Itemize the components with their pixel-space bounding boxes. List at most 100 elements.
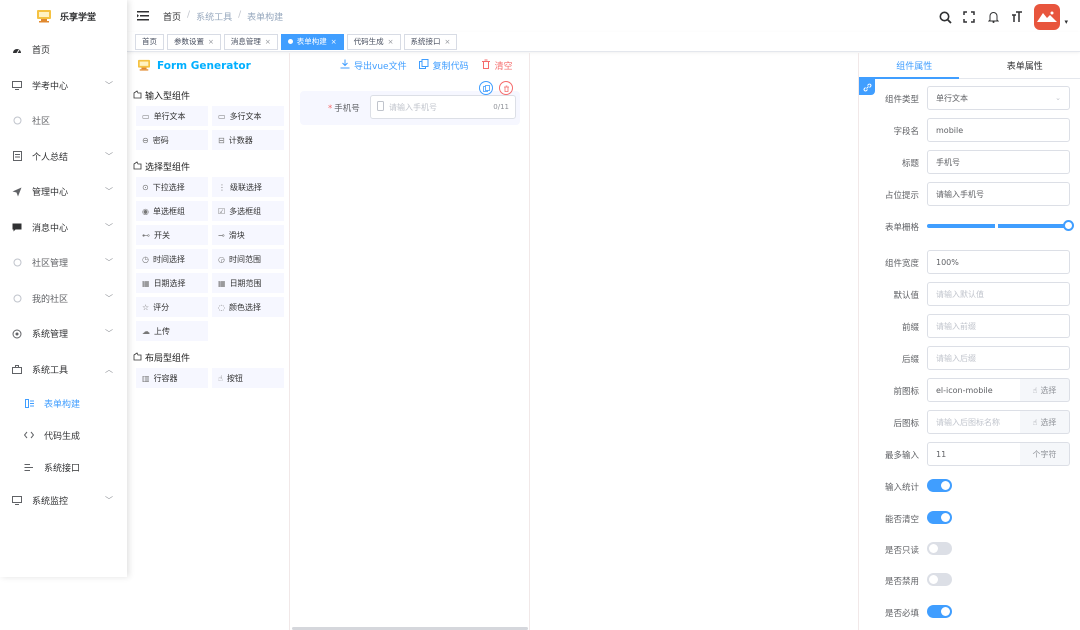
component-item[interactable]: ☑ 多选框组 [212, 201, 284, 221]
sidebar-item-6[interactable]: 社区管理 ﹀ [0, 245, 127, 281]
component-item[interactable]: ⊖ 密码 [136, 130, 208, 150]
font-size-icon[interactable] [1010, 10, 1024, 24]
component-item[interactable]: ▦ 日期范围 [212, 273, 284, 293]
component-item[interactable]: ⊙ 下拉选择 [136, 177, 208, 197]
tag-2[interactable]: 消息管理 × [223, 33, 278, 50]
bell-icon[interactable] [986, 10, 1000, 24]
component-icon: ☁ [142, 326, 150, 336]
suffix-input[interactable]: 请输入后缀 [927, 346, 1070, 370]
sidebar-item-7[interactable]: 我的社区 ﹀ [0, 281, 127, 317]
component-item[interactable]: ◶ 时间范围 [212, 249, 284, 269]
form-item-mobile[interactable]: * 手机号 请输入手机号 0/11 [300, 91, 520, 125]
width-input[interactable]: 100% [927, 250, 1070, 274]
close-icon[interactable]: × [388, 38, 394, 46]
slider-handle[interactable] [1063, 220, 1074, 231]
app-logo[interactable]: 乐享学堂 [0, 0, 127, 32]
field-name-input[interactable]: mobile [927, 118, 1070, 142]
show-count-switch[interactable] [927, 479, 952, 492]
component-icon: ◶ [218, 254, 225, 264]
fullscreen-icon[interactable] [962, 10, 976, 24]
component-item[interactable]: ⋮ 级联选择 [212, 177, 284, 197]
close-icon[interactable]: × [265, 38, 271, 46]
sidebar-item-2[interactable]: 社区 [0, 103, 127, 139]
component-item[interactable]: ☆ 评分 [136, 297, 208, 317]
mobile-input[interactable]: 请输入手机号 0/11 [370, 95, 516, 119]
sidebar-subitem-0[interactable]: 表单构建 [0, 387, 127, 419]
sidebar-item-1[interactable]: 学考中心 ﹀ [0, 68, 127, 104]
sidebar-item-monitor-0[interactable]: 系统监控 ﹀ [0, 483, 127, 519]
breadcrumb-home[interactable]: 首页 [163, 10, 181, 23]
select-prefix-icon-button[interactable]: ☝ 选择 [1020, 378, 1070, 402]
delete-item-button[interactable] [499, 81, 513, 95]
tag-0[interactable]: 首页 [135, 33, 164, 50]
circle-icon [12, 293, 22, 303]
placeholder-input[interactable]: 请输入手机号 [927, 182, 1070, 206]
pointer-icon: ☝ [1032, 417, 1038, 427]
active-dot [287, 39, 293, 44]
clearable-switch[interactable] [927, 511, 952, 524]
component-item[interactable]: ▦ 日期选择 [136, 273, 208, 293]
prefix-icon-input[interactable]: el-icon-mobile [927, 378, 1021, 402]
component-label: 密码 [152, 135, 169, 145]
component-item[interactable]: ▥ 行容器 [136, 368, 208, 388]
copy-item-button[interactable] [479, 81, 493, 95]
sidebar-item-5[interactable]: 消息中心 ﹀ [0, 210, 127, 246]
component-item[interactable]: ⊷ 开关 [136, 225, 208, 245]
chevron-down-icon: ﹀ [105, 293, 113, 303]
component-item[interactable]: ▭ 单行文本 [136, 106, 208, 126]
sidebar-item-3[interactable]: 个人总结 ﹀ [0, 139, 127, 175]
clear-button[interactable]: 清空 [481, 59, 513, 72]
tab-form-props[interactable]: 表单属性 [970, 53, 1080, 78]
component-item[interactable]: ⊸ 滑块 [212, 225, 284, 245]
component-item[interactable]: ◷ 时间选择 [136, 249, 208, 269]
tag-label: 系统接口 [410, 37, 441, 46]
component-item[interactable]: ▭ 多行文本 [212, 106, 284, 126]
sidebar-item-4[interactable]: 管理中心 ﹀ [0, 174, 127, 210]
tab-component-props[interactable]: 组件属性 [859, 53, 970, 78]
component-item[interactable]: ☝ 按钮 [212, 368, 284, 388]
close-icon[interactable]: × [208, 38, 214, 46]
suffix-icon-input[interactable]: 请输入后图标名称 [927, 410, 1021, 434]
component-item[interactable]: ⊟ 计数器 [212, 130, 284, 150]
tag-1[interactable]: 参数设置 × [167, 33, 221, 50]
prop-required: 是否必填 [859, 600, 1080, 624]
search-icon[interactable] [938, 10, 952, 24]
sidebar-subitem-1[interactable]: 代码生成 [0, 419, 127, 451]
sidebar-menu: 首页 学考中心 ﹀ 社区 个人总结 ﹀ 管理中心 ﹀ 消息中心 ﹀ 社区管理 ﹀ 我的社区 ﹀ 系统管理 ﹀ 系… [0, 32, 127, 519]
title-input[interactable]: 手机号 [927, 150, 1070, 174]
prop-label: 表单栅格 [884, 223, 919, 233]
disabled-switch[interactable] [927, 573, 952, 586]
maxlength-input[interactable]: 11 [927, 442, 1021, 466]
sidebar-item-8[interactable]: 系统管理 ﹀ [0, 316, 127, 352]
sidebar-item-9[interactable]: 系统工具 ︿ [0, 352, 127, 388]
tag-4[interactable]: 代码生成 × [346, 33, 401, 50]
avatar[interactable] [1034, 4, 1061, 30]
component-item[interactable]: ◌ 颜色选择 [212, 297, 284, 317]
component-item[interactable]: ◉ 单选框组 [136, 201, 208, 221]
caret-down-icon[interactable]: ▾ [1064, 18, 1068, 26]
prop-label: 是否必填 [884, 609, 919, 619]
default-value-input[interactable]: 请输入默认值 [927, 282, 1070, 306]
copy-code-button[interactable]: 复制代码 [418, 59, 469, 72]
chevron-down-icon: ﹀ [105, 222, 113, 232]
readonly-switch[interactable] [927, 542, 952, 555]
component-type-select[interactable]: 单行文本 ⌄ [927, 86, 1070, 110]
tag-3[interactable]: 表单构建 × [280, 33, 344, 50]
close-icon[interactable]: × [445, 38, 451, 46]
copy-code-label: 复制代码 [432, 62, 469, 72]
close-icon[interactable]: × [331, 38, 337, 46]
export-vue-button[interactable]: 导出vue文件 [340, 59, 407, 72]
grid-span-slider[interactable] [927, 220, 1074, 231]
hamburger-icon[interactable] [137, 11, 149, 21]
prop-field-name: 字段名 mobile [859, 118, 1080, 142]
tag-5[interactable]: 系统接口 × [403, 33, 458, 50]
required-switch[interactable] [927, 605, 952, 618]
prop-label: 前缀 [901, 323, 919, 333]
prefix-input[interactable]: 请输入前缀 [927, 314, 1070, 338]
copy-icon [418, 59, 429, 72]
select-suffix-icon-button[interactable]: ☝ 选择 [1020, 410, 1070, 434]
component-item[interactable]: ☁ 上传 [136, 321, 208, 341]
component-label: 颜色选择 [228, 302, 261, 312]
sidebar-subitem-2[interactable]: 系统接口 [0, 451, 127, 483]
sidebar-item-0[interactable]: 首页 [0, 32, 127, 68]
